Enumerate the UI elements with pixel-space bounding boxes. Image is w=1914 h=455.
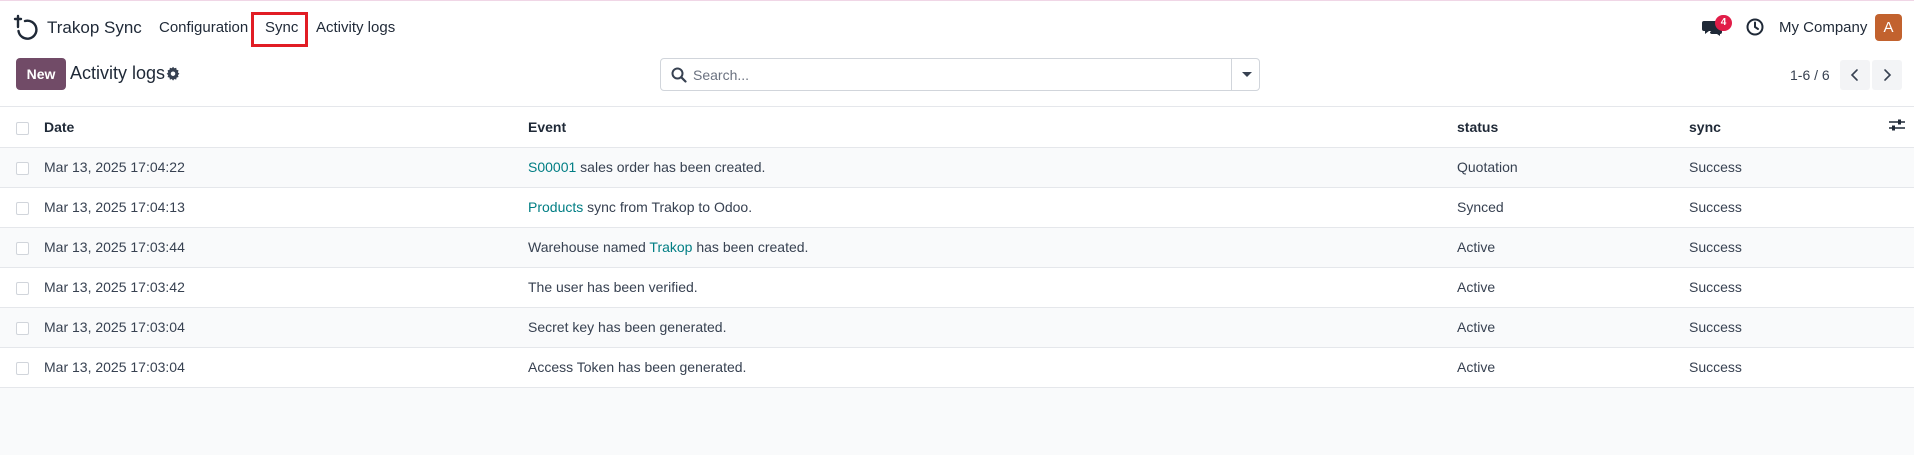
row-checkbox[interactable] bbox=[16, 241, 29, 255]
cell-empty bbox=[1889, 227, 1914, 267]
cell-event[interactable]: Secret key has been generated. bbox=[528, 307, 1457, 347]
cell-status[interactable]: Synced bbox=[1457, 187, 1689, 227]
event-link[interactable]: S00001 bbox=[528, 159, 576, 175]
menu-configuration[interactable]: Configuration bbox=[159, 19, 248, 36]
table-header-row: Date Event status sync bbox=[0, 107, 1914, 148]
cell-event[interactable]: Warehouse named Trakop has been created. bbox=[528, 227, 1457, 267]
event-text-prefix: Access Token has been generated. bbox=[528, 359, 747, 375]
app-name[interactable]: Trakop Sync bbox=[47, 18, 142, 38]
chevron-down-icon bbox=[1242, 72, 1252, 77]
page-title: Activity logs bbox=[70, 63, 166, 83]
cell-date[interactable]: Mar 13, 2025 17:03:04 bbox=[44, 307, 528, 347]
table-row[interactable]: Mar 13, 2025 17:04:22 S00001 sales order… bbox=[0, 147, 1914, 187]
row-select-cell bbox=[0, 187, 44, 227]
row-select-cell bbox=[0, 307, 44, 347]
event-text-prefix: Secret key has been generated. bbox=[528, 319, 727, 335]
row-checkbox[interactable] bbox=[16, 201, 29, 215]
row-checkbox[interactable] bbox=[16, 161, 29, 175]
column-options-icon[interactable] bbox=[1889, 118, 1905, 132]
cell-event[interactable]: Access Token has been generated. bbox=[528, 347, 1457, 387]
event-text-prefix: Warehouse named bbox=[528, 239, 650, 255]
cell-date[interactable]: Mar 13, 2025 17:03:42 bbox=[44, 267, 528, 307]
company-switcher[interactable]: My Company bbox=[1779, 19, 1867, 36]
cell-sync[interactable]: Success bbox=[1689, 347, 1889, 387]
cell-status[interactable]: Active bbox=[1457, 227, 1689, 267]
column-options-cell bbox=[1889, 107, 1914, 148]
column-header-status[interactable]: status bbox=[1457, 107, 1689, 148]
event-link[interactable]: Trakop bbox=[649, 239, 692, 255]
event-text-suffix: has been created. bbox=[692, 239, 809, 255]
messages-badge: 4 bbox=[1715, 15, 1732, 31]
row-select-cell bbox=[0, 347, 44, 387]
event-link[interactable]: Products bbox=[528, 199, 583, 215]
new-button[interactable]: New bbox=[16, 58, 66, 90]
cell-date[interactable]: Mar 13, 2025 17:04:22 bbox=[44, 147, 528, 187]
gear-icon[interactable] bbox=[166, 66, 181, 81]
cell-empty bbox=[1889, 307, 1914, 347]
cell-status[interactable]: Active bbox=[1457, 347, 1689, 387]
activity-logs-table: Date Event status sync Mar 13, 2025 17:0… bbox=[0, 107, 1914, 388]
cell-empty bbox=[1889, 187, 1914, 227]
row-select-cell bbox=[0, 267, 44, 307]
table-row[interactable]: Mar 13, 2025 17:03:44 Warehouse named Tr… bbox=[0, 227, 1914, 267]
column-header-date[interactable]: Date bbox=[44, 107, 528, 148]
table-row[interactable]: Mar 13, 2025 17:03:04 Secret key has bee… bbox=[0, 307, 1914, 347]
cell-sync[interactable]: Success bbox=[1689, 187, 1889, 227]
cell-status[interactable]: Quotation bbox=[1457, 147, 1689, 187]
column-header-sync[interactable]: sync bbox=[1689, 107, 1889, 148]
row-checkbox[interactable] bbox=[16, 321, 29, 335]
search-options-toggle[interactable] bbox=[1231, 59, 1260, 90]
top-navbar: Trakop Sync Configuration Sync Activity … bbox=[0, 0, 1914, 53]
select-all-checkbox[interactable] bbox=[16, 121, 29, 135]
menu-activity-logs[interactable]: Activity logs bbox=[316, 19, 395, 36]
pager-value[interactable]: 1-6 / 6 bbox=[1790, 67, 1830, 83]
search-icon bbox=[671, 67, 687, 83]
cell-status[interactable]: Active bbox=[1457, 267, 1689, 307]
search-bar bbox=[660, 58, 1260, 91]
select-all-cell bbox=[0, 107, 44, 148]
row-select-cell bbox=[0, 227, 44, 267]
column-header-event[interactable]: Event bbox=[528, 107, 1457, 148]
cell-empty bbox=[1889, 347, 1914, 387]
avatar[interactable]: A bbox=[1875, 14, 1902, 41]
cell-event[interactable]: Products sync from Trakop to Odoo. bbox=[528, 187, 1457, 227]
cell-sync[interactable]: Success bbox=[1689, 267, 1889, 307]
row-select-cell bbox=[0, 147, 44, 187]
clock-icon[interactable] bbox=[1746, 18, 1764, 36]
cell-event[interactable]: S00001 sales order has been created. bbox=[528, 147, 1457, 187]
cell-event[interactable]: The user has been verified. bbox=[528, 267, 1457, 307]
table-row[interactable]: Mar 13, 2025 17:03:42 The user has been … bbox=[0, 267, 1914, 307]
search-input[interactable] bbox=[693, 63, 1233, 87]
table-row[interactable]: Mar 13, 2025 17:03:04 Access Token has b… bbox=[0, 347, 1914, 387]
cell-date[interactable]: Mar 13, 2025 17:03:04 bbox=[44, 347, 528, 387]
pager-next-button[interactable] bbox=[1872, 60, 1902, 90]
event-text-suffix: sync from Trakop to Odoo. bbox=[583, 199, 753, 215]
pager-previous-button[interactable] bbox=[1840, 60, 1870, 90]
cell-empty bbox=[1889, 147, 1914, 187]
chevron-right-icon bbox=[1884, 69, 1892, 81]
trakop-logo-icon[interactable] bbox=[12, 14, 40, 42]
control-panel: New Activity logs 1-6 / 6 bbox=[0, 53, 1914, 107]
cell-empty bbox=[1889, 267, 1914, 307]
cell-status[interactable]: Active bbox=[1457, 307, 1689, 347]
row-checkbox[interactable] bbox=[16, 281, 29, 295]
event-text-suffix: sales order has been created. bbox=[576, 159, 766, 175]
event-text-prefix: The user has been verified. bbox=[528, 279, 698, 295]
cell-date[interactable]: Mar 13, 2025 17:04:13 bbox=[44, 187, 528, 227]
cell-sync[interactable]: Success bbox=[1689, 227, 1889, 267]
cell-sync[interactable]: Success bbox=[1689, 147, 1889, 187]
table-row[interactable]: Mar 13, 2025 17:04:13 Products sync from… bbox=[0, 187, 1914, 227]
menu-sync[interactable]: Sync bbox=[265, 19, 298, 36]
chevron-left-icon bbox=[1850, 69, 1858, 81]
row-checkbox[interactable] bbox=[16, 361, 29, 375]
cell-sync[interactable]: Success bbox=[1689, 307, 1889, 347]
cell-date[interactable]: Mar 13, 2025 17:03:44 bbox=[44, 227, 528, 267]
